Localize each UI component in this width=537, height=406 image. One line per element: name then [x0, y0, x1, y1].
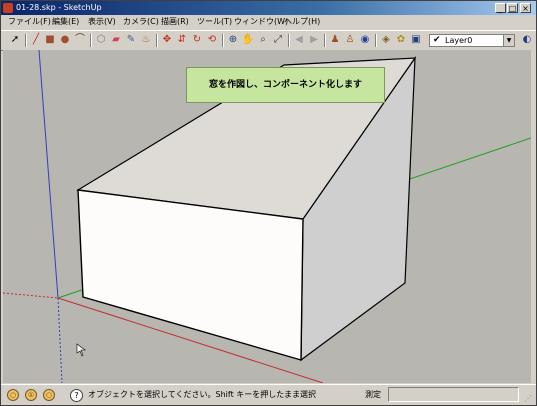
- select-arrow-icon[interactable]: ➚: [9, 34, 21, 46]
- next-view-icon[interactable]: ▶: [308, 34, 320, 46]
- current-layer-check-icon: ✔: [433, 35, 441, 45]
- minimize-button[interactable]: _: [495, 3, 506, 13]
- menu-bar: ファイル(F) 編集(E) 表示(V) カメラ(C) 描画(R) ツール(T) …: [1, 15, 536, 29]
- window-title: 01-28.skp - SketchUp: [16, 3, 102, 12]
- menu-window[interactable]: ウィンドウ(W): [234, 16, 288, 28]
- menu-tools[interactable]: ツール(T): [197, 16, 232, 28]
- toolbar-separator: [324, 34, 326, 47]
- geo-location-icon[interactable]: ○: [7, 389, 19, 401]
- toolbar-separator: [156, 34, 158, 47]
- menu-edit[interactable]: 編集(E): [52, 16, 79, 28]
- components-icon[interactable]: ◈: [380, 34, 392, 46]
- close-button[interactable]: ×: [520, 3, 531, 13]
- toolbar-separator: [222, 34, 224, 47]
- walk-icon[interactable]: ♙: [344, 34, 356, 46]
- sketchup-app-icon: [3, 3, 13, 13]
- toolbar-separator: [288, 34, 290, 47]
- pan-hand-icon[interactable]: ✋: [242, 34, 254, 46]
- credits-icon[interactable]: ①: [25, 389, 37, 401]
- move-icon[interactable]: ✥: [161, 34, 173, 46]
- maximize-button[interactable]: □: [507, 3, 518, 13]
- orbit-icon[interactable]: ⊕: [227, 34, 239, 46]
- current-layer-label: Layer0: [445, 36, 473, 45]
- front-face[interactable]: [77, 189, 304, 361]
- status-bar: ○ ① ○ ? オブジェクトを選択してください。Shift キーを押したまま選択…: [1, 384, 536, 405]
- blue-axis: [38, 50, 59, 299]
- toolbar-separator: [375, 34, 377, 47]
- arc-icon[interactable]: ⌒: [74, 34, 86, 46]
- status-message: オブジェクトを選択してください。Shift キーを押したまま選択: [88, 390, 317, 399]
- toolbar-separator: [90, 34, 92, 47]
- menu-view[interactable]: 表示(V): [88, 16, 116, 28]
- mouse-pointer-icon: [76, 343, 86, 357]
- title-bar[interactable]: 01-28.skp - SketchUp _ □ ×: [1, 1, 536, 15]
- circle-icon[interactable]: ●: [59, 34, 71, 46]
- measurements-input[interactable]: [388, 387, 519, 402]
- previous-view-icon[interactable]: ◀: [293, 34, 305, 46]
- zoom-icon[interactable]: ⌕: [257, 34, 269, 46]
- instruction-tooltip: 窓を作図し、コンポーネント化します: [186, 67, 385, 103]
- measurements-label: 測定: [365, 390, 381, 399]
- push-pull-icon[interactable]: ⇵: [176, 34, 188, 46]
- red-axis-negative: [3, 292, 59, 299]
- look-around-icon[interactable]: ◉: [359, 34, 371, 46]
- toolbar-separator: [25, 34, 27, 47]
- chevron-down-icon[interactable]: ▼: [503, 35, 514, 46]
- eraser-icon[interactable]: ▰: [110, 34, 122, 46]
- modeling-viewport[interactable]: 窓を作図し、コンポーネント化します: [3, 50, 531, 383]
- menu-help[interactable]: ヘルプ(H): [284, 16, 320, 28]
- tape-measure-icon[interactable]: ✎: [125, 34, 137, 46]
- pencil-line-icon[interactable]: ╱: [30, 34, 42, 46]
- help-icon[interactable]: ?: [70, 389, 83, 402]
- zoom-extents-icon[interactable]: ⤢: [272, 34, 284, 46]
- vertical-scrollbar[interactable]: [531, 50, 536, 383]
- sketchup-window: 01-28.skp - SketchUp _ □ × ファイル(F) 編集(E)…: [0, 0, 537, 406]
- offset-icon[interactable]: ⟲: [206, 34, 218, 46]
- user-icon[interactable]: ○: [43, 389, 55, 401]
- layer-dropdown[interactable]: ✔ Layer0 ▼: [429, 34, 515, 47]
- rectangle-icon[interactable]: ■: [44, 34, 56, 46]
- materials-icon[interactable]: ✿: [395, 34, 407, 46]
- main-toolbar: ➚ ╱ ■ ● ⌒ ⬡ ▰ ✎ ♨ ✥ ⇵ ↻ ⟲ ⊕ ✋ ⌕ ⤢ ◀ ▶ ♟ …: [1, 30, 536, 51]
- rotate-icon[interactable]: ↻: [191, 34, 203, 46]
- paint-bucket-icon[interactable]: ♨: [140, 34, 152, 46]
- make-component-icon[interactable]: ⬡: [95, 34, 107, 46]
- menu-camera[interactable]: カメラ(C): [123, 16, 159, 28]
- menu-file[interactable]: ファイル(F): [8, 16, 51, 28]
- menu-draw[interactable]: 描画(R): [161, 16, 189, 28]
- position-camera-icon[interactable]: ♟: [329, 34, 341, 46]
- layer-manager-icon[interactable]: ◐: [521, 34, 533, 46]
- blue-axis-negative: [57, 297, 63, 383]
- resize-grip-icon[interactable]: ⋰: [524, 394, 534, 404]
- styles-icon[interactable]: ▣: [410, 34, 422, 46]
